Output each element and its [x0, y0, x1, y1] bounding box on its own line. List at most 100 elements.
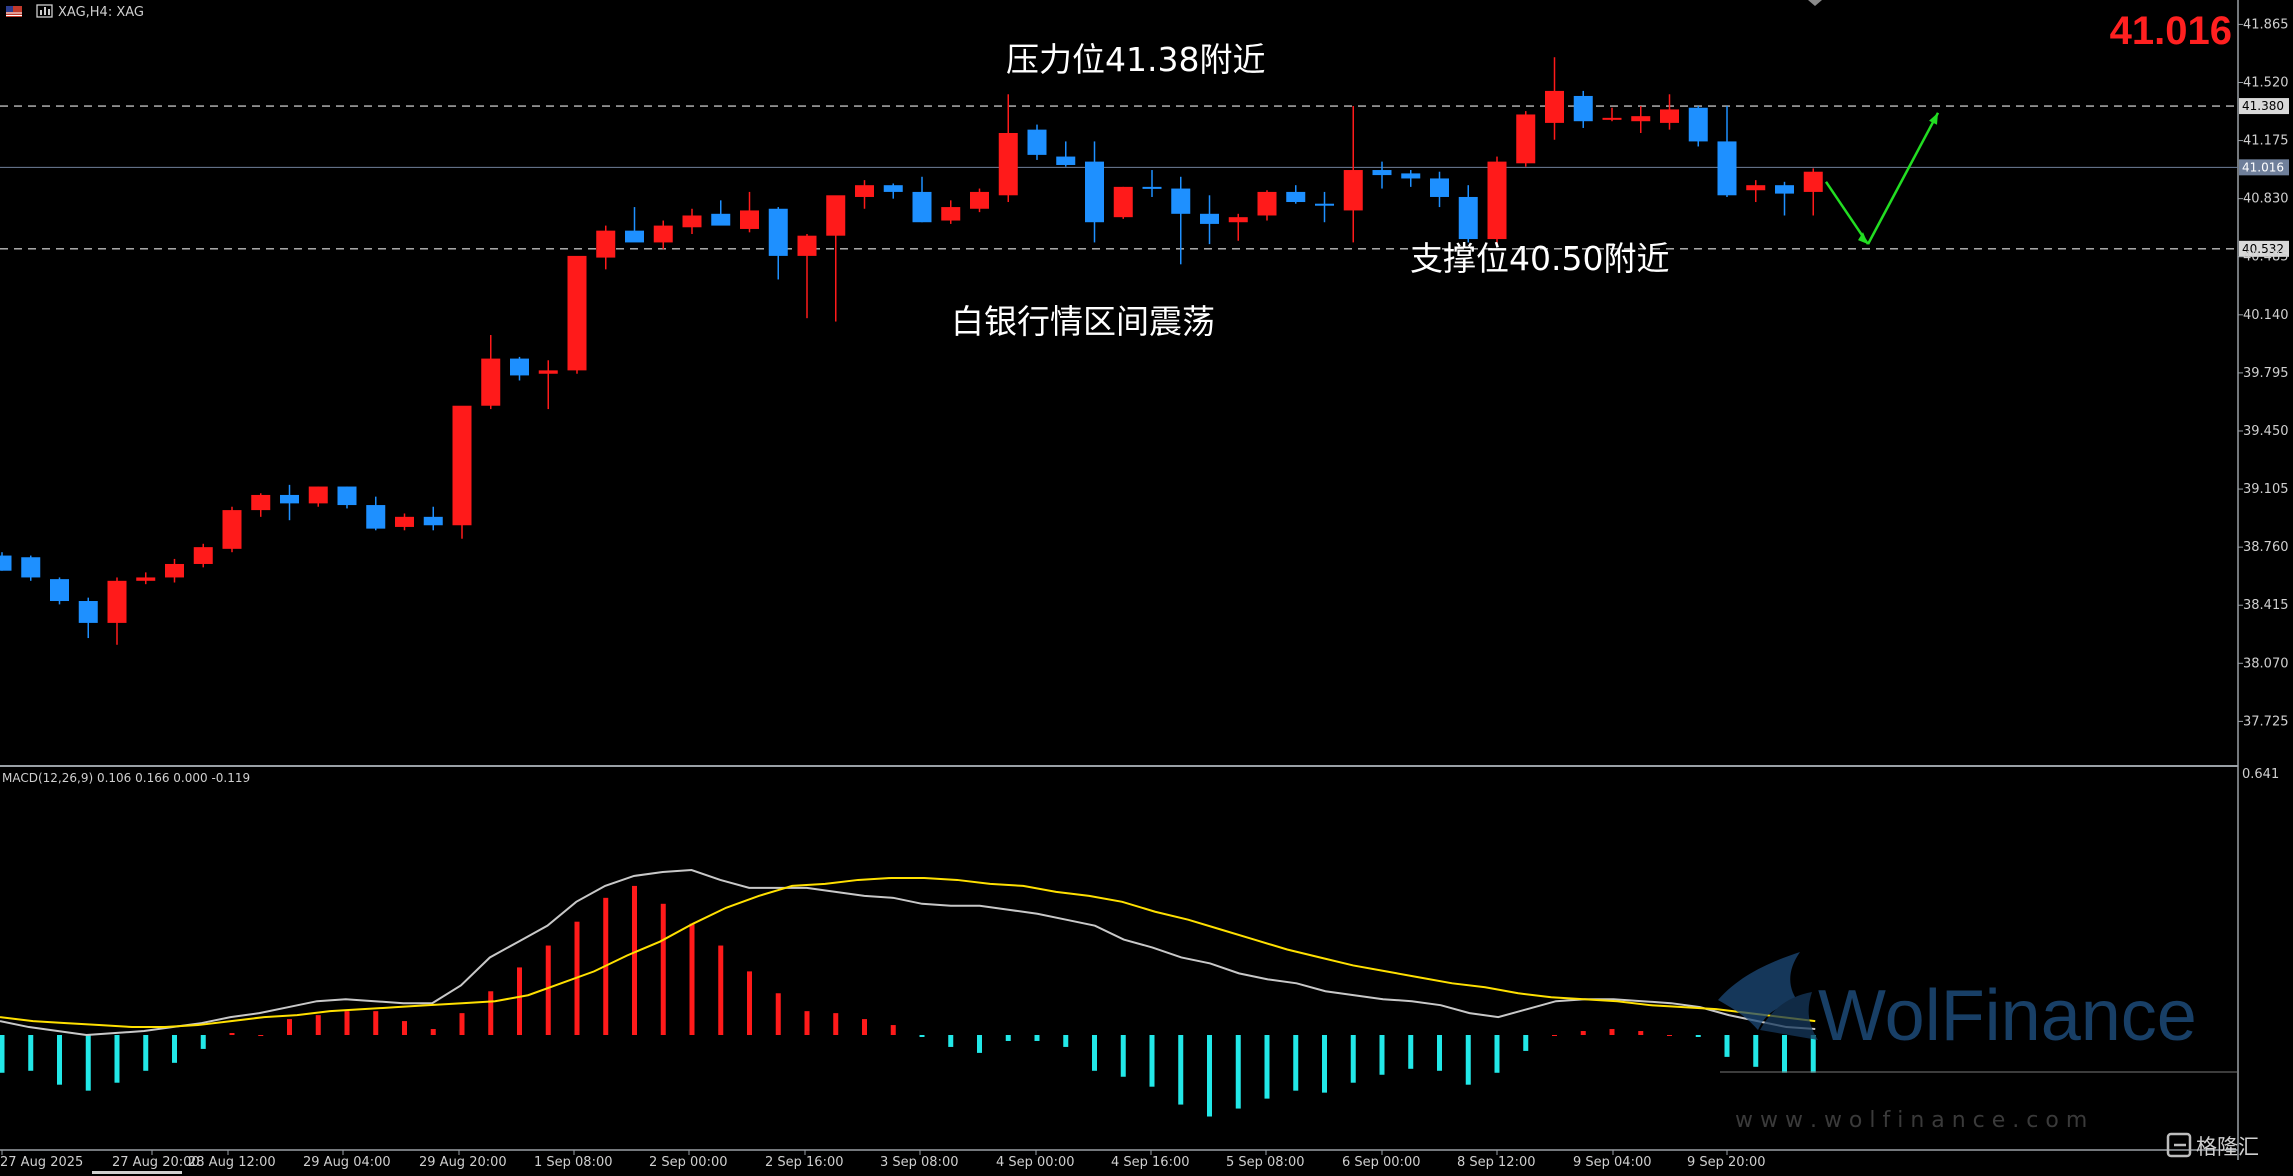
candle-body[interactable] — [481, 358, 501, 406]
candle-body[interactable] — [1142, 186, 1162, 189]
macd-histogram-bar[interactable] — [459, 1013, 465, 1035]
macd-histogram-bar[interactable] — [1465, 1035, 1471, 1085]
macd-histogram-bar[interactable] — [1437, 1035, 1442, 1071]
macd-histogram-bar[interactable] — [1092, 1035, 1097, 1071]
macd-histogram-bar[interactable] — [1552, 1035, 1557, 1036]
macd-histogram-bar[interactable] — [28, 1035, 34, 1071]
candle[interactable] — [1113, 186, 1133, 219]
macd-histogram-bar[interactable] — [517, 967, 522, 1035]
macd-histogram-bar[interactable] — [344, 1011, 350, 1035]
candle-body[interactable] — [1660, 109, 1679, 123]
time-axis-scroll-marker[interactable] — [92, 1171, 182, 1174]
macd-histogram-bar[interactable] — [1782, 1035, 1787, 1073]
candle-body[interactable] — [1631, 116, 1651, 122]
candle-body[interactable] — [883, 185, 903, 192]
macd-histogram-bar[interactable] — [747, 971, 752, 1035]
macd-histogram-bar[interactable] — [862, 1019, 867, 1035]
macd-histogram-bar[interactable] — [1580, 1031, 1586, 1035]
candle-body[interactable] — [366, 505, 386, 529]
macd-histogram-bar[interactable] — [660, 903, 666, 1035]
candle-body[interactable] — [222, 510, 242, 549]
macd-histogram-bar[interactable] — [804, 1011, 810, 1035]
macd-histogram-bar[interactable] — [1149, 1035, 1155, 1087]
macd-histogram-bar[interactable] — [315, 1015, 321, 1035]
candle-body[interactable] — [1113, 186, 1133, 218]
candle-body[interactable] — [1487, 161, 1507, 240]
candle-body[interactable] — [1056, 156, 1076, 165]
candle-body[interactable] — [193, 547, 213, 564]
macd-histogram-bar[interactable] — [632, 885, 637, 1035]
candle-body[interactable] — [1027, 129, 1047, 155]
candle-body[interactable] — [711, 213, 731, 226]
macd-histogram-bar[interactable] — [1724, 1035, 1730, 1057]
candle-body[interactable] — [1315, 203, 1334, 206]
candle-body[interactable] — [912, 191, 932, 223]
macd-histogram-bar[interactable] — [402, 1021, 407, 1035]
macd-histogram-bar[interactable] — [1695, 1035, 1701, 1037]
macd-histogram-bar[interactable] — [1350, 1035, 1356, 1083]
macd-histogram-bar[interactable] — [775, 993, 781, 1035]
candle-body[interactable] — [78, 601, 98, 623]
macd-histogram-bar[interactable] — [1609, 1029, 1615, 1035]
candle-body[interactable] — [1602, 117, 1622, 120]
macd-histogram-bar[interactable] — [172, 1035, 177, 1063]
macd-histogram-bar[interactable] — [1005, 1035, 1011, 1041]
candle-body[interactable] — [596, 230, 616, 258]
macd-histogram-bar[interactable] — [114, 1035, 120, 1083]
candle-body[interactable] — [308, 486, 328, 504]
candle[interactable] — [1027, 124, 1047, 160]
macd-histogram-bar[interactable] — [430, 1029, 436, 1035]
candle[interactable] — [1487, 156, 1507, 245]
candle-body[interactable] — [1286, 191, 1306, 203]
candle-body[interactable] — [1688, 107, 1708, 142]
candle-body[interactable] — [1228, 217, 1248, 223]
candle-body[interactable] — [136, 577, 156, 581]
candle-body[interactable] — [280, 494, 299, 504]
candle-body[interactable] — [998, 132, 1018, 196]
candle-body[interactable] — [1372, 170, 1392, 176]
candle-body[interactable] — [50, 579, 69, 602]
macd-histogram-bar[interactable] — [0, 1035, 5, 1073]
candle-body[interactable] — [625, 230, 644, 243]
candle[interactable] — [1516, 111, 1536, 167]
macd-histogram-bar[interactable] — [1810, 1035, 1816, 1073]
candle-body[interactable] — [452, 405, 472, 526]
candle-body[interactable] — [337, 486, 357, 506]
candle-body[interactable] — [1516, 114, 1536, 164]
candle-body[interactable] — [1803, 171, 1823, 192]
candle-body[interactable] — [567, 255, 587, 371]
macd-histogram-bar[interactable] — [1667, 1035, 1672, 1036]
macd-histogram-bar[interactable] — [545, 945, 551, 1035]
candle-body[interactable] — [251, 494, 271, 511]
candle-body[interactable] — [1085, 161, 1104, 223]
macd-histogram-bar[interactable] — [833, 1013, 839, 1035]
candle-body[interactable] — [1430, 178, 1449, 197]
macd-histogram-bar[interactable] — [143, 1035, 149, 1071]
macd-histogram-bar[interactable] — [689, 923, 695, 1035]
candle-body[interactable] — [797, 235, 817, 256]
candle-body[interactable] — [1458, 196, 1478, 240]
macd-histogram-bar[interactable] — [1523, 1035, 1529, 1051]
candle-body[interactable] — [1545, 90, 1564, 123]
candle[interactable] — [193, 543, 213, 568]
macd-histogram-bar[interactable] — [258, 1035, 264, 1036]
macd-histogram-bar[interactable] — [718, 945, 724, 1035]
macd-histogram-bar[interactable] — [919, 1035, 925, 1037]
candle-body[interactable] — [653, 225, 673, 243]
candle-body[interactable] — [510, 358, 529, 376]
chart[interactable]: 41.38041.01640.532 41.86541.52041.17540.… — [0, 0, 2293, 1176]
candle-body[interactable] — [165, 563, 184, 578]
macd-histogram-bar[interactable] — [1034, 1035, 1040, 1041]
candle[interactable] — [222, 506, 242, 553]
candle-body[interactable] — [423, 516, 443, 526]
candle-body[interactable] — [21, 557, 41, 578]
macd-histogram-bar[interactable] — [1379, 1035, 1385, 1075]
macd-histogram-bar[interactable] — [1178, 1035, 1184, 1105]
macd-histogram-bar[interactable] — [948, 1035, 954, 1047]
candle-body[interactable] — [740, 210, 759, 229]
candle-body[interactable] — [538, 370, 558, 374]
macd-histogram-bar[interactable] — [1120, 1035, 1126, 1077]
macd-histogram-bar[interactable] — [229, 1033, 235, 1035]
candle[interactable] — [970, 188, 989, 213]
candle-body[interactable] — [768, 208, 788, 256]
